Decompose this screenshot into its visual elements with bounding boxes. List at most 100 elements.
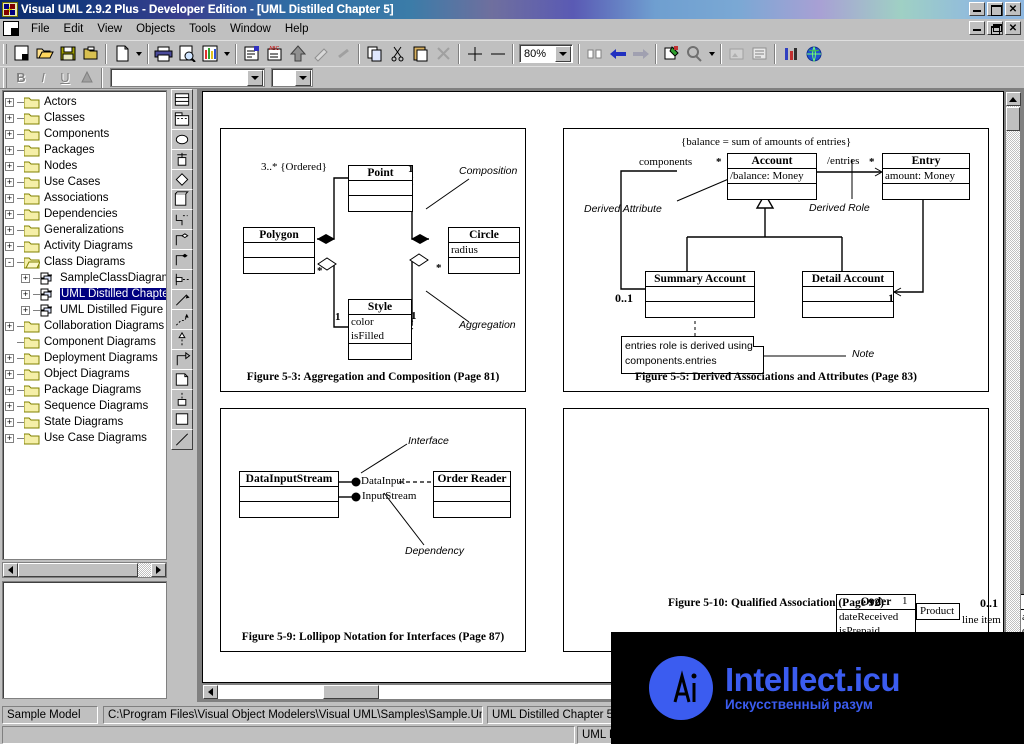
use-case-tool-icon[interactable] <box>171 129 193 150</box>
properties-icon[interactable] <box>240 43 263 65</box>
uml-class-point[interactable]: Point <box>348 165 413 212</box>
bold-icon[interactable]: B <box>10 68 32 88</box>
align-icon[interactable] <box>583 43 606 65</box>
scroll-thumb[interactable] <box>18 563 138 577</box>
actor-tool-icon[interactable] <box>171 149 193 170</box>
tree-item-packages[interactable]: + Packages <box>5 142 166 158</box>
uml-class-circle[interactable]: Circle radius <box>448 227 520 274</box>
tree-expand-icon[interactable]: + <box>5 385 14 395</box>
tree-item-classes[interactable]: + Classes <box>5 110 166 126</box>
scroll-thumb[interactable] <box>323 685 379 699</box>
model-tree[interactable]: + Actors + Classes + Components + Packages + Node… <box>2 90 167 560</box>
tree-item-uml-distilled-chapter[interactable]: + UML Distilled Chapter <box>5 286 166 302</box>
new-model-icon[interactable] <box>10 43 33 65</box>
menu-item-objects[interactable]: Objects <box>129 21 182 37</box>
class-tool-icon[interactable] <box>171 89 193 110</box>
cut-icon[interactable] <box>386 43 409 65</box>
line-tool-icon[interactable] <box>171 429 193 450</box>
copy-icon[interactable] <box>363 43 386 65</box>
menu-item-file[interactable]: File <box>24 21 57 37</box>
font-family-dropdown-button[interactable] <box>247 69 263 86</box>
print-icon[interactable] <box>152 43 175 65</box>
tree-item-actors[interactable]: + Actors <box>5 94 166 110</box>
tree-item-nodes[interactable]: + Nodes <box>5 158 166 174</box>
diagram-document[interactable]: Point Polygon Circle radius Style color … <box>202 91 1024 710</box>
color-icon[interactable] <box>76 68 98 88</box>
tree-item-use-cases[interactable]: + Use Cases <box>5 174 166 190</box>
reverse-engineer-icon[interactable] <box>309 43 332 65</box>
tree-expand-icon[interactable]: + <box>5 225 14 235</box>
canvas-horizontal-scrollbar[interactable] <box>202 684 622 700</box>
report-icon[interactable]: ABC <box>263 43 286 65</box>
dropdown-arrow-icon[interactable] <box>221 43 232 65</box>
scroll-track[interactable] <box>218 685 323 699</box>
tree-item-collaboration-diagrams[interactable]: + Collaboration Diagrams <box>5 318 166 334</box>
tree-expand-icon[interactable]: + <box>5 321 14 331</box>
forward-arrow-icon[interactable] <box>629 43 652 65</box>
tree-expand-icon[interactable]: + <box>5 129 14 139</box>
print-preview-icon[interactable] <box>175 43 198 65</box>
rectangle-tool-icon[interactable] <box>171 409 193 430</box>
italic-icon[interactable]: I <box>32 68 54 88</box>
mdi-close-button[interactable]: ✕ <box>1005 21 1021 35</box>
tree-item-deployment-diagrams[interactable]: + Deployment Diagrams <box>5 350 166 366</box>
package-tool-icon[interactable] <box>171 109 193 130</box>
web-icon[interactable] <box>802 43 825 65</box>
uml-class-account[interactable]: Account /balance: Money <box>727 153 817 200</box>
mdi-minimize-button[interactable] <box>969 21 985 35</box>
qualifier-tool-icon[interactable] <box>171 269 193 290</box>
dropdown-arrow-icon[interactable] <box>706 43 717 65</box>
anchor-tool-icon[interactable] <box>171 389 193 410</box>
open-icon[interactable] <box>33 43 56 65</box>
tree-expand-icon[interactable]: + <box>5 209 14 219</box>
tree-item-generalizations[interactable]: + Generalizations <box>5 222 166 238</box>
toolbar-grip[interactable] <box>3 43 7 64</box>
edit-model-icon[interactable] <box>660 43 683 65</box>
tree-expand-icon[interactable]: + <box>5 433 14 443</box>
component-tool-icon[interactable] <box>171 189 193 210</box>
tree-expand-icon[interactable]: + <box>5 145 14 155</box>
tree-expand-icon[interactable]: + <box>5 401 14 411</box>
tree-horizontal-scrollbar[interactable] <box>2 562 167 578</box>
tree-item-package-diagrams[interactable]: + Package Diagrams <box>5 382 166 398</box>
scroll-track[interactable] <box>138 563 151 577</box>
menu-item-tools[interactable]: Tools <box>182 21 223 37</box>
list-icon[interactable] <box>748 43 771 65</box>
tree-item-sampleclassdiagram1[interactable]: + SampleClassDiagram1 <box>5 270 166 286</box>
tree-item-associations[interactable]: + Associations <box>5 190 166 206</box>
uml-class-order-reader[interactable]: Order Reader <box>433 471 511 518</box>
delete-icon[interactable] <box>432 43 455 65</box>
find-icon[interactable] <box>683 43 706 65</box>
canvas-vertical-scrollbar[interactable] <box>1005 91 1021 683</box>
menu-item-edit[interactable]: Edit <box>57 21 91 37</box>
tree-item-class-diagrams[interactable]: - Class Diagrams <box>5 254 166 270</box>
tree-item-activity-diagrams[interactable]: + Activity Diagrams <box>5 238 166 254</box>
back-arrow-icon[interactable] <box>606 43 629 65</box>
tree-expand-icon[interactable]: + <box>5 97 14 107</box>
generate-up-icon[interactable] <box>286 43 309 65</box>
uml-class-summary-account[interactable]: Summary Account <box>645 271 755 318</box>
uml-class-polygon[interactable]: Polygon <box>243 227 315 274</box>
tree-expand-icon[interactable]: + <box>5 241 14 251</box>
tree-expand-icon[interactable]: + <box>5 417 14 427</box>
zoom-out-icon[interactable] <box>486 43 509 65</box>
transition-tool-icon[interactable] <box>171 349 193 370</box>
uml-note[interactable]: entries role is derived using components… <box>621 336 764 374</box>
new-document-icon[interactable] <box>110 43 133 65</box>
association-tool-icon[interactable] <box>171 209 193 230</box>
uml-class-entry[interactable]: Entry amount: Money <box>882 153 970 200</box>
properties-pane[interactable] <box>2 581 167 699</box>
uml-class-style[interactable]: Style color isFilled <box>348 299 412 360</box>
menu-item-help[interactable]: Help <box>278 21 316 37</box>
tree-expand-icon[interactable]: + <box>21 289 30 299</box>
scroll-left-button[interactable] <box>3 563 18 577</box>
menu-item-window[interactable]: Window <box>223 21 278 37</box>
tree-item-uml-distilled-figure-4[interactable]: + UML Distilled Figure 4 <box>5 302 166 318</box>
tree-expand-icon[interactable]: + <box>5 369 14 379</box>
metrics-icon[interactable] <box>779 43 802 65</box>
scroll-track[interactable] <box>379 685 621 699</box>
realization-tool-icon[interactable] <box>171 329 193 350</box>
zoom-in-icon[interactable] <box>463 43 486 65</box>
font-family-combo[interactable] <box>110 68 265 87</box>
tree-expand-icon[interactable]: + <box>5 353 14 363</box>
